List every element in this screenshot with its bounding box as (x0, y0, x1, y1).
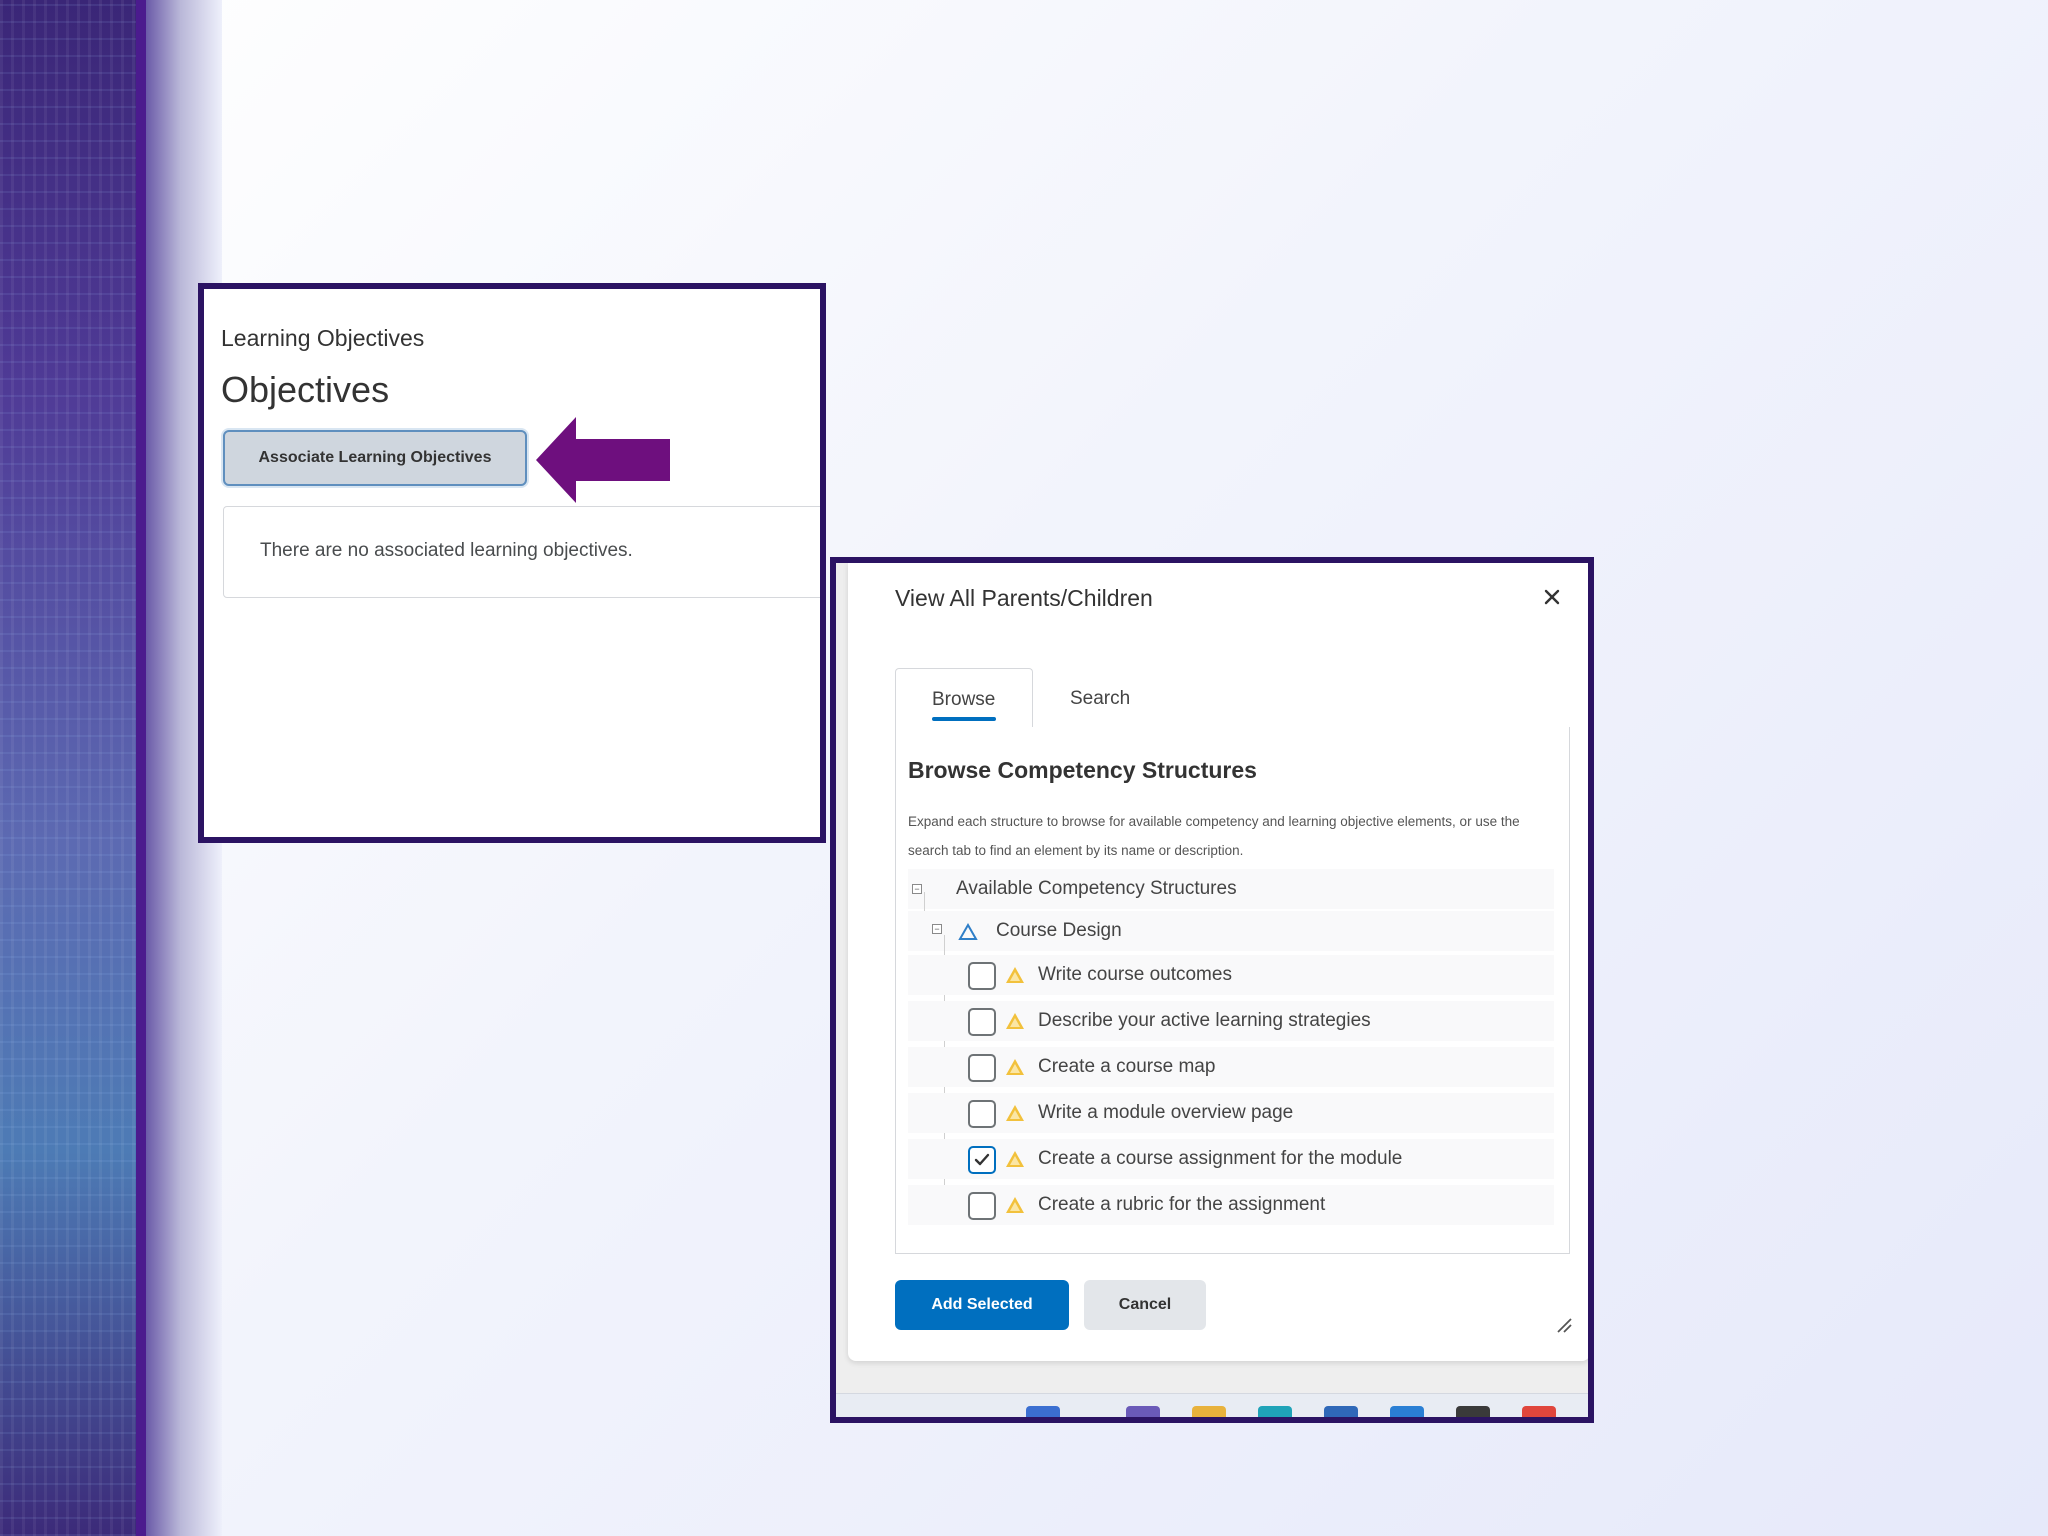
app-icon[interactable] (1324, 1406, 1358, 1417)
tree-group-label: Course Design (996, 920, 1122, 941)
tree-item-row: Write course outcomes (908, 955, 1554, 995)
competency-icon (958, 923, 978, 940)
app-icon[interactable] (1456, 1406, 1490, 1417)
item-checkbox[interactable] (968, 962, 996, 990)
folder-icon[interactable] (1192, 1406, 1226, 1417)
learning-objective-icon (1006, 1105, 1024, 1121)
dialog-title: View All Parents/Children (895, 585, 1153, 611)
app-icon[interactable] (1026, 1406, 1060, 1417)
browse-panel: Browse Competency Structures Expand each… (895, 727, 1570, 1254)
learning-objective-icon (1006, 967, 1024, 983)
add-selected-button[interactable]: Add Selected (895, 1280, 1069, 1330)
tree-item-row: Create a course map (908, 1047, 1554, 1087)
tab-browse-label: Browse (932, 689, 996, 710)
item-label: Create a rubric for the assignment (1038, 1194, 1326, 1215)
empty-message: There are no associated learning objecti… (260, 540, 633, 561)
collapse-group-icon[interactable]: − (932, 924, 942, 934)
active-tab-indicator (932, 717, 996, 721)
view-parents-children-dialog: View All Parents/Children Browse Search … (848, 563, 1588, 1361)
associate-learning-objectives-button[interactable]: Associate Learning Objectives (223, 430, 527, 486)
item-label: Write a module overview page (1038, 1102, 1294, 1123)
item-checkbox[interactable] (968, 1054, 996, 1082)
item-label: Create a course map (1038, 1056, 1216, 1077)
browse-heading: Browse Competency Structures (908, 757, 1257, 783)
page-title: Objectives (221, 369, 390, 410)
section-subtitle: Learning Objectives (221, 325, 425, 351)
tree-item-row: Create a rubric for the assignment (908, 1185, 1554, 1225)
objectives-panel: Learning Objectives Objectives Associate… (198, 283, 826, 843)
app-icon[interactable] (1390, 1406, 1424, 1417)
tab-browse[interactable]: Browse (895, 668, 1033, 728)
checkmark-icon (974, 1153, 990, 1166)
dialog-screenshot-frame: View All Parents/Children Browse Search … (830, 557, 1594, 1423)
taskbar (836, 1393, 1588, 1417)
cancel-button[interactable]: Cancel (1084, 1280, 1206, 1330)
learning-objective-icon (1006, 1059, 1024, 1075)
item-label: Create a course assignment for the modul… (1038, 1148, 1403, 1169)
app-icon[interactable] (1522, 1406, 1556, 1417)
tree-item-row: Create a course assignment for the modul… (908, 1139, 1554, 1179)
tree-item-row: Write a module overview page (908, 1093, 1554, 1133)
item-checkbox[interactable] (968, 1100, 996, 1128)
item-label: Write course outcomes (1038, 964, 1232, 985)
item-checkbox[interactable] (968, 1008, 996, 1036)
tree-item-row: Describe your active learning strategies (908, 1001, 1554, 1041)
objectives-list: There are no associated learning objecti… (223, 506, 820, 598)
learning-objective-icon (1006, 1013, 1024, 1029)
learning-objective-icon (1006, 1151, 1024, 1167)
collapse-root-icon[interactable]: − (912, 884, 922, 894)
item-label: Describe your active learning strategies (1038, 1010, 1371, 1031)
close-icon[interactable] (1536, 581, 1568, 613)
browser-icon[interactable] (1258, 1406, 1292, 1417)
tree-root-row: − Available Competency Structures (908, 869, 1554, 909)
item-checkbox[interactable] (968, 1192, 996, 1220)
learning-objective-icon (1006, 1197, 1024, 1213)
tab-list: Browse Search (895, 668, 1570, 728)
tree-group-row: − Course Design (908, 911, 1554, 951)
decorative-bar (136, 0, 146, 1536)
tree-root-label: Available Competency Structures (956, 878, 1237, 899)
resize-handle-icon[interactable] (1554, 1315, 1574, 1335)
app-icon[interactable] (1126, 1406, 1160, 1417)
tab-search[interactable]: Search (1070, 688, 1130, 710)
browse-description: Expand each structure to browse for avai… (908, 814, 1520, 858)
item-checkbox-checked[interactable] (968, 1146, 996, 1174)
pointer-arrow-icon (536, 417, 670, 503)
